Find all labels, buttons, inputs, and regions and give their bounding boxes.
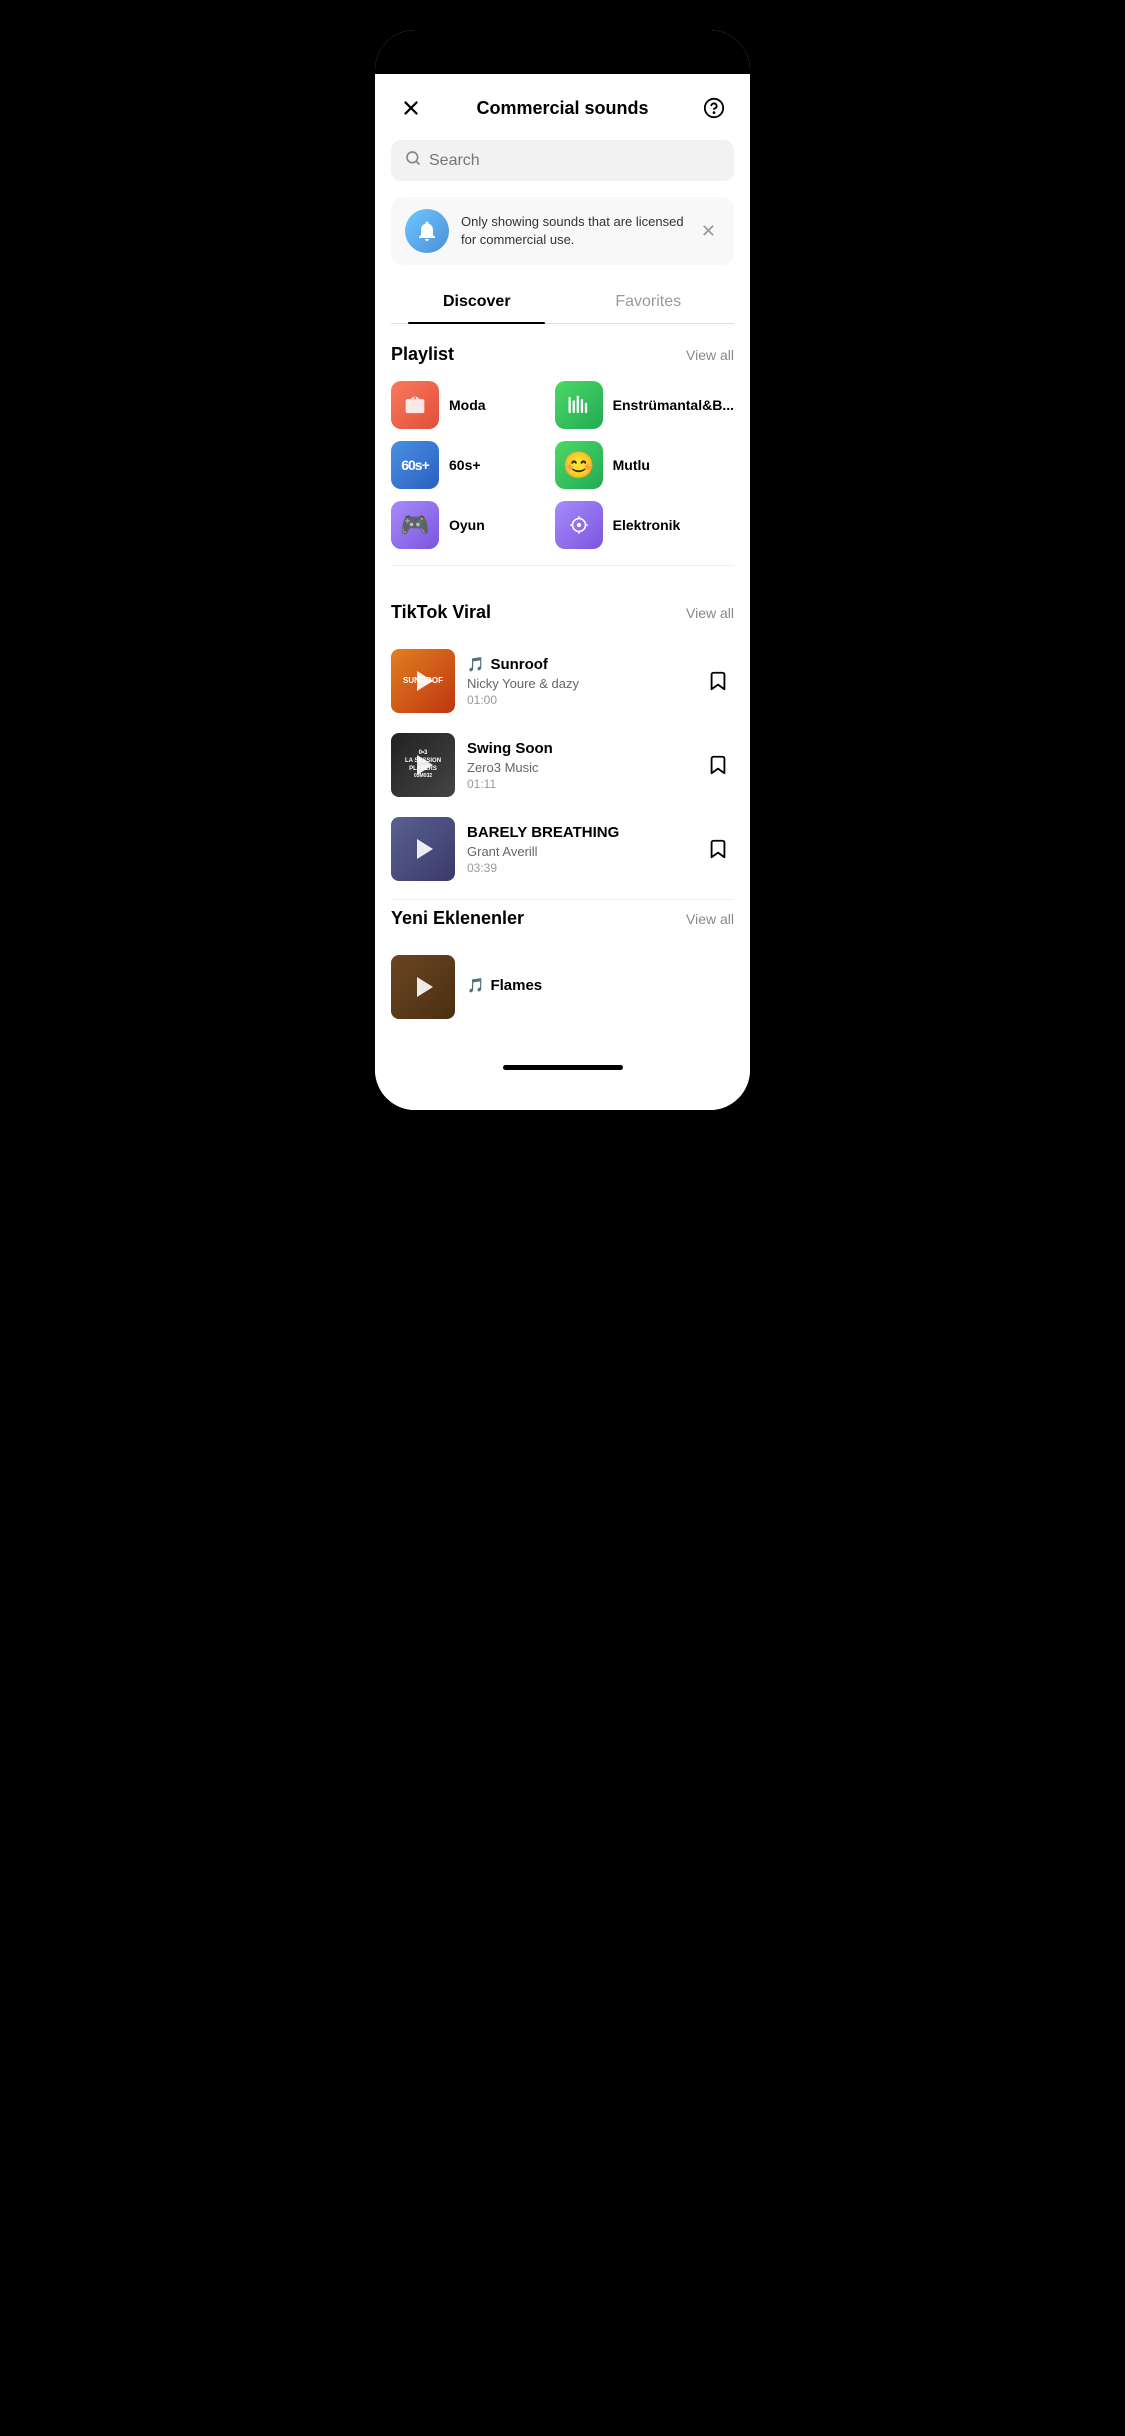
search-input[interactable]	[429, 152, 720, 170]
song-info-barely: BARELY BREATHING Grant Averill 03:39	[467, 824, 690, 875]
notice-text: Only showing sounds that are licensed fo…	[461, 213, 685, 249]
notice-banner: Only showing sounds that are licensed fo…	[391, 197, 734, 265]
help-button[interactable]	[698, 92, 730, 124]
playlist-name-enstru: Enstrümantal&B...	[613, 397, 734, 413]
close-button[interactable]	[395, 92, 427, 124]
playlist-name-60s: 60s+	[449, 457, 481, 473]
playlist-thumb-60s: 60s+	[391, 441, 439, 489]
song-info-swing: Swing Soon Zero3 Music 01:11	[467, 740, 690, 791]
playlist-name-oyun: Oyun	[449, 517, 485, 533]
bookmark-button-barely[interactable]	[702, 833, 734, 865]
playlist-grid: Moda Enstrümantal&B...	[391, 381, 734, 549]
bookmark-button-swing[interactable]	[702, 749, 734, 781]
playlist-thumb-elektronik	[555, 501, 603, 549]
song-emoji: 🎵	[467, 977, 484, 994]
playlist-name-moda: Moda	[449, 397, 486, 413]
tab-discover[interactable]: Discover	[391, 281, 563, 323]
page-title: Commercial sounds	[476, 98, 648, 119]
list-item[interactable]: 🎵 Flames	[391, 945, 734, 1029]
playlist-thumb-oyun: 🎮	[391, 501, 439, 549]
song-artist: Grant Averill	[467, 844, 690, 859]
notice-close-button[interactable]: ✕	[697, 217, 720, 246]
song-title: Flames	[490, 977, 542, 994]
viral-section-header: TikTok Viral View all	[391, 602, 734, 623]
search-icon	[405, 150, 421, 171]
song-duration: 01:11	[467, 777, 690, 791]
playlist-thumb-moda	[391, 381, 439, 429]
yeni-section: Yeni Eklenenler View all 🎵 Flames	[375, 908, 750, 1029]
list-item[interactable]: 😊 Mutlu	[555, 441, 734, 489]
playlist-title: Playlist	[391, 344, 454, 365]
list-item[interactable]: Moda	[391, 381, 539, 429]
list-item[interactable]: 🎮 Oyun	[391, 501, 539, 549]
song-title: Sunroof	[490, 656, 548, 673]
playlist-name-elektronik: Elektronik	[613, 517, 681, 533]
tab-favorites[interactable]: Favorites	[563, 281, 735, 323]
song-info-sunroof: 🎵 Sunroof Nicky Youre & dazy 01:00	[467, 656, 690, 707]
tiktok-viral-section: TikTok Viral View all SUNROOF 🎵 Sunroo	[375, 582, 750, 891]
song-thumb-flames	[391, 955, 455, 1019]
song-artist: Zero3 Music	[467, 760, 690, 775]
song-thumb-sunroof: SUNROOF	[391, 649, 455, 713]
list-item[interactable]: SUNROOF 🎵 Sunroof Nicky Youre & dazy 01:…	[391, 639, 734, 723]
song-info-flames: 🎵 Flames	[467, 977, 734, 997]
list-item[interactable]: 0•3 LA SESSION PLAYERS 03M032 Swing Soon	[391, 723, 734, 807]
song-emoji: 🎵	[467, 656, 484, 673]
bookmark-button-sunroof[interactable]	[702, 665, 734, 697]
search-bar[interactable]	[391, 140, 734, 181]
playlist-view-all[interactable]: View all	[686, 347, 734, 363]
song-title: BARELY BREATHING	[467, 824, 619, 841]
song-duration: 01:00	[467, 693, 690, 707]
playlist-name-mutlu: Mutlu	[613, 457, 650, 473]
song-thumb-barely	[391, 817, 455, 881]
playlist-thumb-enstru	[555, 381, 603, 429]
song-title: Swing Soon	[467, 740, 553, 757]
playlist-thumb-mutlu: 😊	[555, 441, 603, 489]
playlist-section-header: Playlist View all	[391, 344, 734, 365]
yeni-view-all[interactable]: View all	[686, 911, 734, 927]
song-duration: 03:39	[467, 861, 690, 875]
viral-title: TikTok Viral	[391, 602, 491, 623]
list-item[interactable]: 60s+ 60s+	[391, 441, 539, 489]
viral-view-all[interactable]: View all	[686, 605, 734, 621]
list-item[interactable]: BARELY BREATHING Grant Averill 03:39	[391, 807, 734, 891]
song-thumb-swing: 0•3 LA SESSION PLAYERS 03M032	[391, 733, 455, 797]
modal-header: Commercial sounds	[375, 74, 750, 140]
notice-icon	[405, 209, 449, 253]
list-item[interactable]: Elektronik	[555, 501, 734, 549]
song-artist: Nicky Youre & dazy	[467, 676, 690, 691]
yeni-title: Yeni Eklenenler	[391, 908, 524, 929]
playlist-section: Playlist View all Moda	[375, 324, 750, 549]
home-indicator	[503, 1065, 623, 1070]
list-item[interactable]: Enstrümantal&B...	[555, 381, 734, 429]
yeni-section-header: Yeni Eklenenler View all	[391, 908, 734, 929]
tabs-container: Discover Favorites	[391, 281, 734, 324]
